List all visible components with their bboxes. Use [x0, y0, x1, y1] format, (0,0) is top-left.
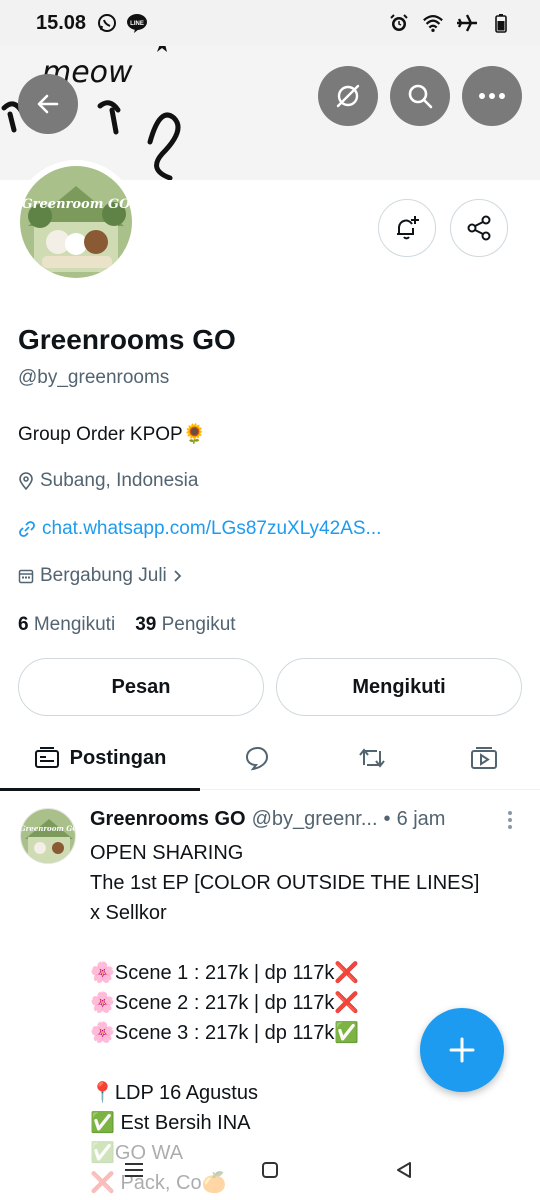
share-button[interactable] — [450, 199, 508, 257]
recent-apps-button[interactable] — [118, 1154, 150, 1186]
post-author[interactable]: Greenrooms GO — [90, 808, 246, 831]
more-horizontal-icon — [479, 93, 505, 99]
tab-posts[interactable]: Postingan — [0, 726, 200, 791]
link-text[interactable]: chat.whatsapp.com/LGs87zuXLy42AS... — [42, 518, 381, 540]
joined-text: Bergabung Juli — [40, 565, 167, 586]
more-vertical-icon — [508, 811, 512, 815]
followers-link[interactable]: 39 Pengikut — [135, 614, 235, 636]
back-triangle-icon — [397, 1162, 411, 1178]
status-time: 15.08 — [36, 12, 87, 34]
post-avatar[interactable]: Greenroom GO — [20, 808, 76, 864]
system-nav-bar — [0, 1140, 540, 1200]
post-more-button[interactable] — [500, 808, 520, 832]
tab-replies[interactable] — [226, 726, 290, 790]
profile-tabs: Postingan — [0, 726, 540, 791]
line-icon: LINE — [126, 12, 148, 34]
post-separator: • — [383, 808, 391, 830]
bell-plus-icon — [397, 216, 419, 240]
post-header: Greenrooms GO @by_greenr... • 6 jam — [90, 808, 530, 831]
post-avatar-text: Greenroom GO — [21, 824, 76, 833]
following-label: Mengikuti — [33, 614, 116, 635]
battery-icon — [490, 12, 512, 34]
tab-posts-label: Postingan — [69, 746, 167, 769]
status-left-icons: LINE — [96, 12, 148, 34]
tab-reposts[interactable] — [340, 726, 404, 790]
home-icon — [262, 1162, 278, 1178]
post-line: x Sellkor — [90, 902, 167, 924]
calendar-icon — [18, 569, 34, 584]
chevron-right-icon — [174, 570, 182, 582]
location-pin-icon — [19, 472, 33, 490]
notifications-button[interactable] — [378, 199, 436, 257]
status-right-icons — [388, 12, 512, 34]
search-icon — [408, 84, 433, 109]
svg-text:LINE: LINE — [130, 21, 144, 27]
reply-bubble-icon — [245, 746, 269, 771]
followers-label: Pengikut — [161, 614, 236, 635]
message-button[interactable]: Pesan — [18, 658, 264, 716]
airplane-icon — [456, 12, 478, 34]
home-button[interactable] — [254, 1154, 286, 1186]
back-button[interactable] — [18, 74, 78, 134]
following-count: 6 — [18, 614, 29, 635]
recent-apps-icon — [125, 1163, 143, 1177]
following-button[interactable]: Mengikuti — [276, 658, 522, 716]
avatar-image: Greenroom GO — [20, 166, 132, 278]
back-arrow-icon — [37, 94, 59, 114]
repost-icon — [359, 748, 385, 768]
compose-button[interactable] — [420, 1008, 504, 1092]
profile-location: Subang, Indonesia — [18, 470, 198, 492]
share-icon — [467, 215, 491, 241]
profile-handle: @by_greenrooms — [18, 367, 170, 388]
post-line: ✅ Est Bersih INA — [90, 1112, 251, 1134]
more-button[interactable] — [462, 66, 522, 126]
link-icon — [19, 521, 35, 537]
post-time[interactable]: 6 jam — [397, 808, 446, 831]
status-bar: 15.08 LINE — [0, 0, 540, 46]
plus-icon — [449, 1037, 475, 1063]
location-text: Subang, Indonesia — [40, 470, 199, 491]
hide-translation-button[interactable] — [318, 66, 378, 126]
followers-count: 39 — [135, 614, 157, 635]
alarm-icon — [388, 12, 410, 34]
profile-joined[interactable]: Bergabung Juli — [18, 565, 183, 587]
profile-bio: Group Order KPOP🌻 — [18, 424, 207, 445]
wifi-icon — [422, 12, 444, 34]
search-button[interactable] — [390, 66, 450, 126]
follow-stats: 6 Mengikuti 39 Pengikut — [18, 614, 236, 636]
profile-name: Greenrooms GO — [18, 324, 236, 355]
eye-off-icon — [336, 84, 360, 108]
post-line — [90, 928, 520, 958]
profile-avatar[interactable]: Greenroom GO — [14, 160, 138, 284]
profile-link[interactable]: chat.whatsapp.com/LGs87zuXLy42AS... — [18, 518, 381, 540]
post-handle[interactable]: @by_greenr... — [252, 808, 378, 831]
post-line: The 1st EP [COLOR OUTSIDE THE LINES] — [90, 872, 480, 894]
post-line: OPEN SHARING — [90, 842, 244, 864]
posts-icon — [34, 747, 59, 768]
tab-media[interactable] — [452, 726, 516, 790]
active-tab-indicator — [0, 788, 200, 791]
media-icon — [471, 747, 497, 769]
system-back-button[interactable] — [388, 1154, 420, 1186]
avatar-text: Greenroom GO — [22, 197, 132, 212]
post-line: 🌸Scene 1 : 217k | dp 117k❌ — [90, 962, 360, 984]
whatsapp-icon — [96, 12, 118, 34]
following-link[interactable]: 6 Mengikuti — [18, 614, 115, 636]
